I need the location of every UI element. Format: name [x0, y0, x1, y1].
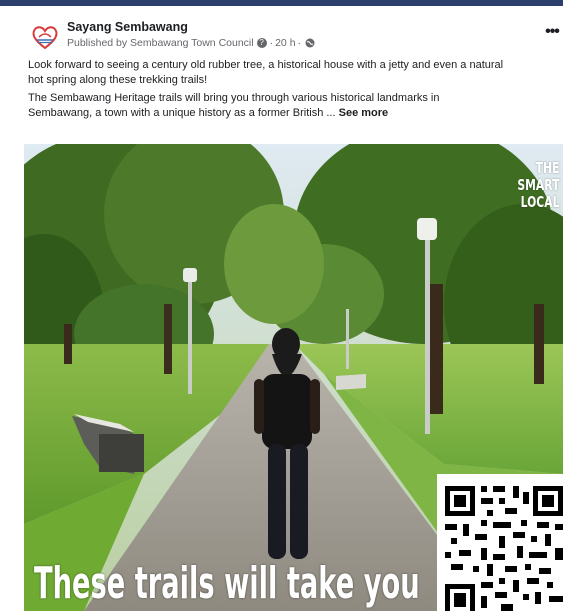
- logo-icon: [32, 26, 58, 50]
- post-meta: Published by Sembawang Town Council ? · …: [67, 37, 315, 49]
- page-name[interactable]: Sayang Sembawang: [67, 20, 188, 34]
- video-caption: These trails will take you: [34, 558, 420, 609]
- see-more-link[interactable]: See more: [339, 107, 389, 119]
- post-header: Sayang Sembawang Published by Sembawang …: [0, 6, 563, 56]
- post-paragraph-1: Look forward to seeing a century old rub…: [28, 59, 504, 86]
- post-time[interactable]: 20 h: [275, 37, 295, 49]
- watermark-logo: THE SMART LOCAL: [516, 159, 559, 211]
- qr-code: [437, 474, 563, 611]
- more-options-button[interactable]: •••: [541, 24, 563, 43]
- post-paragraph-2: The Sembawang Heritage trails will bring…: [28, 92, 440, 119]
- info-circle-icon: ?: [256, 38, 267, 48]
- ellipsis-icon: •••: [545, 23, 560, 40]
- meta-separator: ·: [269, 37, 274, 49]
- avatar[interactable]: [28, 20, 62, 54]
- meta-separator: ·: [297, 37, 302, 49]
- published-by[interactable]: Published by Sembawang Town Council: [67, 37, 254, 49]
- post-body: Look forward to seeing a century old rub…: [28, 58, 563, 124]
- globe-icon: [305, 38, 315, 48]
